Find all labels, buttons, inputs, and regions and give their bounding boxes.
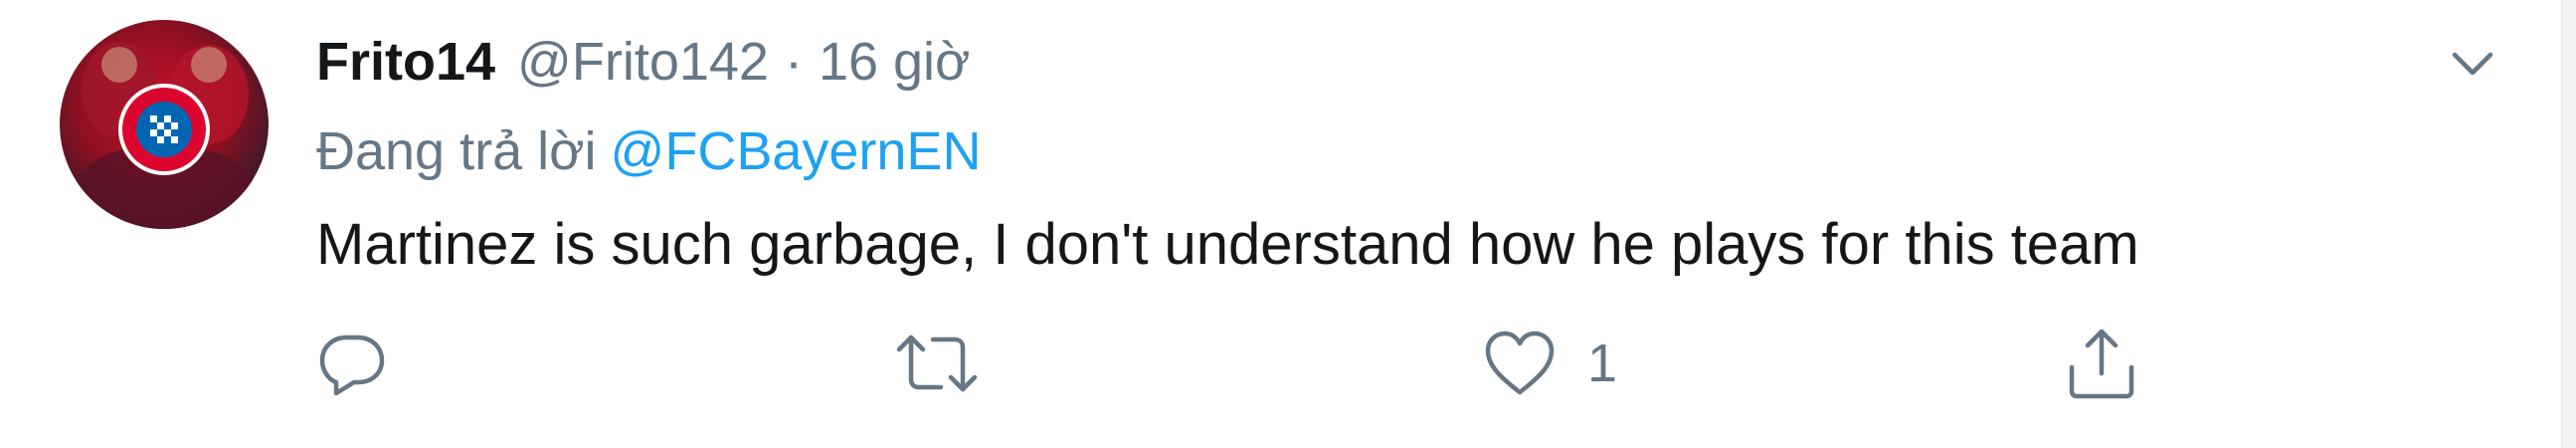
reply-context: Đang trả lời @FCBayernEN <box>316 112 981 191</box>
bayern-crest-avatar-icon <box>75 42 254 229</box>
tweet-menu-button[interactable] <box>2437 28 2508 100</box>
scrollbar[interactable] <box>2561 0 2576 448</box>
reply-prefix: Đang trả lời <box>316 121 597 181</box>
heart-icon <box>1485 331 1555 395</box>
reply-icon <box>319 335 385 396</box>
tweet-card[interactable]: Frito14 @Frito142 · 16 giờ Đang trả lời … <box>0 0 2576 448</box>
retweet-icon <box>896 335 978 392</box>
share-button[interactable] <box>2064 314 2169 413</box>
tweet-timestamp[interactable]: 16 giờ <box>819 31 971 93</box>
tweet-text: Martinez is such garbage, I don't unders… <box>316 211 2139 277</box>
retweet-button[interactable] <box>895 314 1009 413</box>
user-handle[interactable]: @Frito142 <box>517 31 769 93</box>
chevron-down-icon <box>2452 52 2493 76</box>
display-name[interactable]: Frito14 <box>316 31 495 93</box>
like-button[interactable]: 1 <box>1482 314 1617 413</box>
reply-button[interactable] <box>316 314 418 413</box>
tweet-header: Frito14 @Frito142 · 16 giờ <box>316 22 970 102</box>
header-separator: · <box>784 32 803 92</box>
share-icon <box>2069 329 2134 399</box>
user-avatar[interactable] <box>60 20 269 229</box>
reply-mention-link[interactable]: @FCBayernEN <box>611 120 982 182</box>
like-count: 1 <box>1587 334 1618 393</box>
